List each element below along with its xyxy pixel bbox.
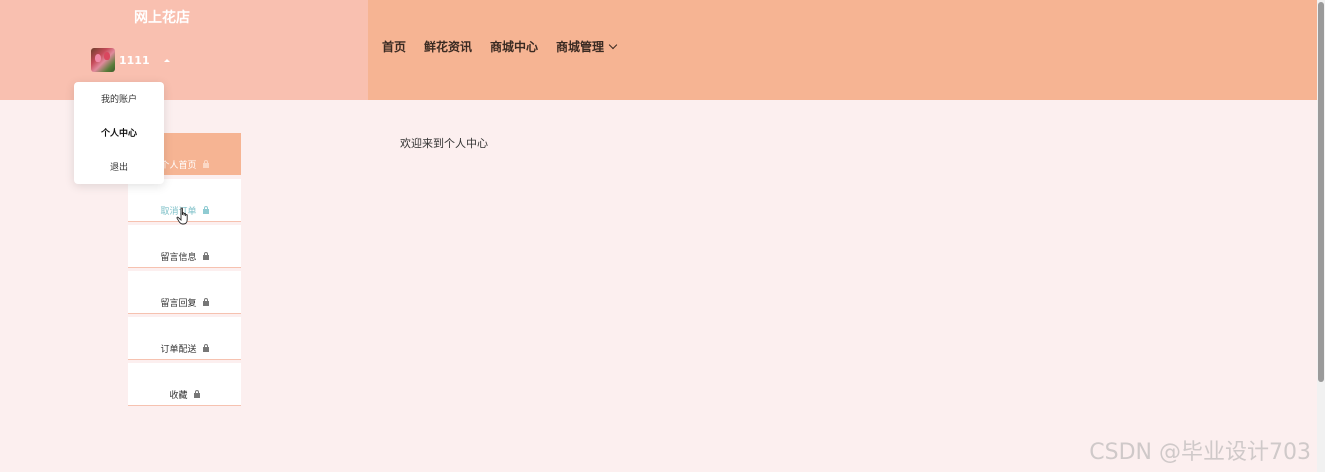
nav-item-shop-manage-label: 商城管理 [556, 40, 605, 54]
nav-item-home[interactable]: 首页 [382, 38, 406, 55]
lock-icon [202, 160, 209, 168]
lock-icon [193, 390, 200, 398]
nav-item-shop-center[interactable]: 商城中心 [490, 38, 538, 55]
chevron-down-icon [608, 40, 618, 50]
side-item-message-replies-row: 留言回复 [128, 296, 241, 309]
nav-item-flower-news[interactable]: 鲜花资讯 [424, 38, 472, 55]
side-item-messages-row: 留言信息 [128, 250, 241, 263]
side-item-label: 留言回复 [160, 299, 197, 309]
scrollbar-thumb[interactable] [1318, 2, 1324, 382]
side-item-favorites[interactable]: 收藏 [128, 363, 241, 406]
user-menu-toggle[interactable]: 1111 [91, 48, 170, 72]
lock-icon [202, 206, 209, 214]
vertical-scrollbar[interactable] [1317, 0, 1325, 472]
side-item-order-delivery[interactable]: 订单配送 [128, 317, 241, 360]
site-title: 网上花店 [134, 10, 190, 26]
lock-icon [202, 298, 209, 306]
side-item-label: 个人首页 [160, 161, 197, 171]
dropdown-item-my-account[interactable]: 我的账户 [74, 92, 164, 105]
user-dropdown-menu: 我的账户 个人中心 退出 [74, 82, 164, 184]
lock-icon [202, 252, 209, 260]
top-nav: 首页 鲜花资讯 商城中心 商城管理 [382, 38, 634, 55]
side-item-label: 留言信息 [160, 253, 197, 263]
hand-cursor-icon [176, 207, 188, 225]
dropdown-item-logout[interactable]: 退出 [74, 160, 164, 173]
caret-up-icon[interactable] [163, 58, 170, 62]
side-item-label: 收藏 [169, 391, 188, 401]
watermark: CSDN @毕业设计703 [1089, 440, 1311, 465]
nav-item-shop-manage[interactable]: 商城管理 [556, 38, 618, 55]
welcome-text: 欢迎来到个人中心 [400, 137, 488, 150]
lock-icon [202, 344, 209, 352]
username[interactable]: 1111 [119, 54, 150, 67]
side-item-order-delivery-row: 订单配送 [128, 342, 241, 355]
side-item-message-replies[interactable]: 留言回复 [128, 271, 241, 314]
side-item-label: 订单配送 [160, 345, 197, 355]
side-item-messages[interactable]: 留言信息 [128, 225, 241, 268]
avatar[interactable] [91, 48, 115, 72]
side-item-favorites-row: 收藏 [128, 388, 241, 401]
dropdown-item-personal-center[interactable]: 个人中心 [74, 126, 164, 139]
